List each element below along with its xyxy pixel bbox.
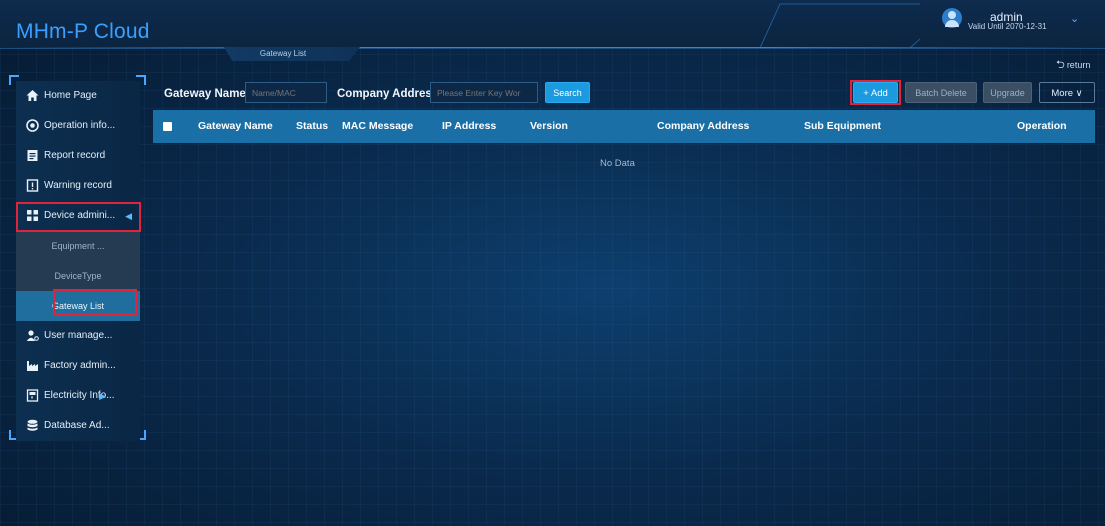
add-button[interactable]: + Add [853, 82, 898, 103]
sidebar-subitem-devicetype[interactable]: DeviceType [16, 261, 140, 291]
sidebar-item-label: Operation info... [44, 120, 116, 131]
table-header: Gateway Name Status MAC Message IP Addre… [153, 110, 1095, 143]
sidebar-subitem-equipment[interactable]: Equipment ... [16, 231, 140, 261]
column-header-ip-address[interactable]: IP Address [442, 110, 496, 143]
select-all-checkbox[interactable] [163, 122, 172, 131]
search-button[interactable]: Search [545, 82, 590, 103]
gateway-name-label: Gateway Name [164, 88, 246, 100]
sidebar-item-label: Factory admin... [44, 360, 116, 371]
column-header-version[interactable]: Version [530, 110, 568, 143]
sidebar-item-electricity-info[interactable]: Electricity Info... ▶ [16, 381, 140, 412]
home-icon [26, 90, 39, 101]
electricity-icon [26, 389, 39, 402]
user-valid-until: Valid Until 2070-12-31 [968, 22, 1047, 31]
more-dropdown[interactable]: More ∨ [1039, 82, 1095, 103]
sidebar-item-label: Report record [44, 150, 106, 161]
sidebar-item-label: Home Page [44, 90, 97, 101]
sidebar: Home Page Operation info... Report recor… [9, 75, 146, 442]
sidebar-item-label: Database Ad... [44, 420, 110, 431]
sidebar-item-label: User manage... [44, 330, 113, 341]
return-link[interactable]: ⮌ return [1056, 56, 1090, 75]
sidebar-item-user-manage[interactable]: User manage... [16, 321, 140, 352]
batch-delete-button[interactable]: Batch Delete [905, 82, 977, 103]
chevron-down-icon[interactable]: ⌄ [1070, 12, 1079, 25]
empty-state-text: No Data [600, 158, 635, 169]
user-avatar-icon [942, 8, 962, 28]
sidebar-item-operation-info[interactable]: Operation info... [16, 111, 140, 142]
highlight-box [16, 202, 141, 232]
header-decoration [760, 3, 920, 48]
column-header-operation[interactable]: Operation [1017, 110, 1067, 143]
company-address-label: Company Address [337, 88, 439, 100]
return-label: return [1066, 60, 1091, 70]
warning-icon [26, 179, 39, 192]
caret-right-icon: ▶ [99, 391, 106, 401]
sidebar-item-database-admin[interactable]: Database Ad... [16, 411, 140, 442]
top-header: MHm-P Cloud admin Valid Until 2070-12-31… [0, 0, 1105, 49]
column-header-mac-message[interactable]: MAC Message [342, 110, 413, 143]
highlight-box [53, 289, 137, 316]
user-icon [26, 330, 39, 341]
report-icon [27, 150, 38, 161]
gateway-name-input[interactable] [245, 82, 327, 103]
operation-icon [26, 119, 39, 132]
column-header-sub-equipment[interactable]: Sub Equipment [804, 110, 881, 143]
return-arrow-icon: ⮌ [1056, 59, 1065, 71]
sidebar-item-home[interactable]: Home Page [16, 81, 140, 112]
column-header-gateway-name[interactable]: Gateway Name [198, 110, 273, 143]
sidebar-item-factory-admin[interactable]: Factory admin... [16, 351, 140, 382]
column-header-company-address[interactable]: Company Address [657, 110, 749, 143]
sidebar-item-report-record[interactable]: Report record [16, 141, 140, 172]
database-icon [27, 419, 38, 431]
tab-label: Gateway List [259, 49, 307, 58]
column-header-status[interactable]: Status [296, 110, 328, 143]
app-title: MHm-P Cloud [16, 20, 150, 43]
tab-gateway-list[interactable]: Gateway List [224, 47, 360, 61]
factory-icon [27, 361, 38, 371]
sidebar-item-label: Warning record [44, 180, 112, 191]
upgrade-button[interactable]: Upgrade [983, 82, 1032, 103]
company-address-input[interactable] [430, 82, 538, 103]
sidebar-item-warning-record[interactable]: Warning record [16, 171, 140, 202]
user-menu[interactable]: admin Valid Until 2070-12-31 ⌄ [942, 8, 1092, 40]
